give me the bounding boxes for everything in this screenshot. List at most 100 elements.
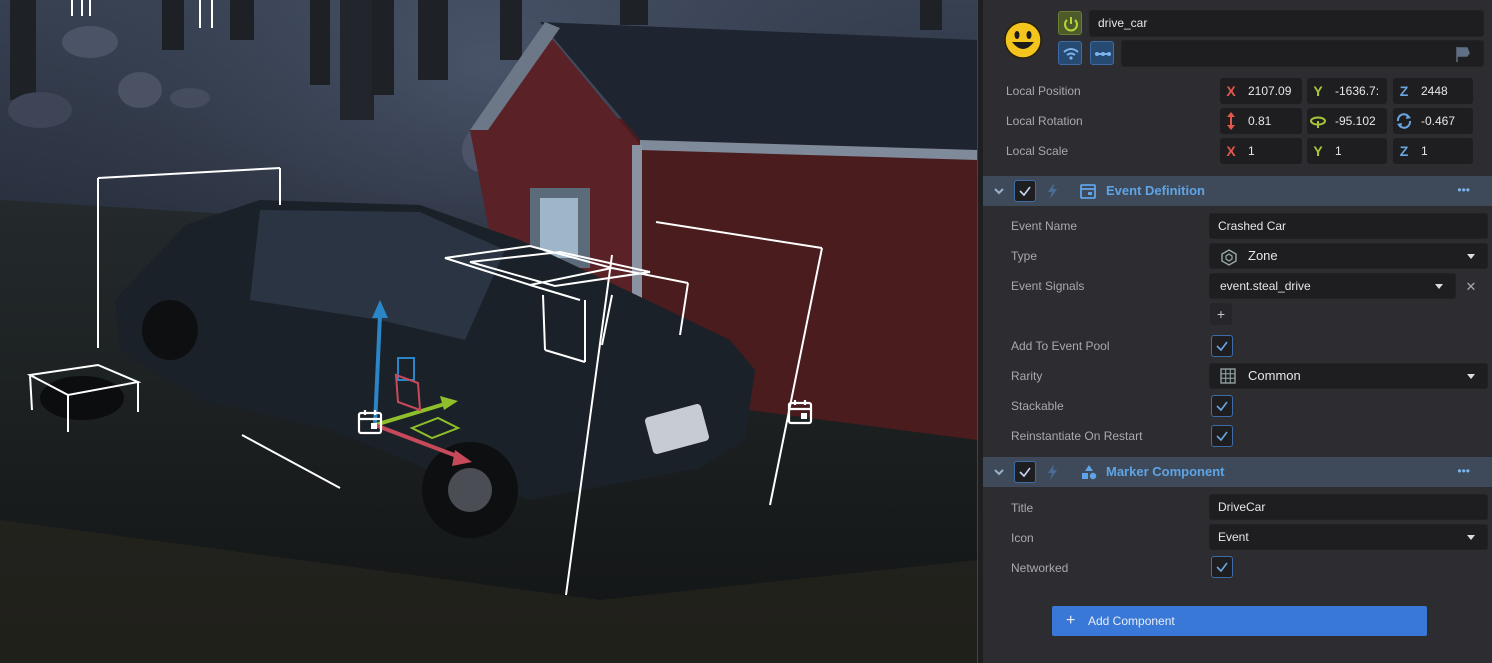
rock bbox=[118, 72, 162, 108]
event-name-field[interactable]: Crashed Car bbox=[1209, 213, 1488, 239]
tree-trunk bbox=[10, 0, 36, 100]
position-x-field[interactable]: X 2107.09 bbox=[1220, 78, 1302, 104]
rock bbox=[8, 92, 72, 128]
add-signal-button[interactable]: + bbox=[1210, 303, 1232, 325]
local-position-label: Local Position bbox=[1006, 84, 1081, 98]
marker-component-header[interactable]: Marker Component ••• bbox=[983, 457, 1492, 487]
event-signals-label: Event Signals bbox=[1011, 279, 1085, 293]
scale-y-field[interactable]: Y 1 bbox=[1307, 138, 1387, 164]
dropdown-arrow-icon bbox=[1467, 254, 1475, 259]
rotation-roll-value: -0.467 bbox=[1421, 114, 1456, 128]
rotate-icon bbox=[1307, 108, 1329, 134]
component-enabled-check[interactable] bbox=[1014, 461, 1036, 483]
more-options-icon[interactable]: ••• bbox=[1457, 464, 1470, 478]
add-component-button[interactable]: + Add Component bbox=[1052, 606, 1427, 636]
scale-x-value: 1 bbox=[1248, 144, 1255, 158]
networked-check[interactable] bbox=[1211, 556, 1233, 578]
rock bbox=[62, 26, 118, 58]
local-rotation-label: Local Rotation bbox=[1006, 114, 1083, 128]
add-component-label: Add Component bbox=[1088, 614, 1175, 628]
event-signal-dropdown[interactable]: event.steal_drive bbox=[1209, 273, 1456, 299]
rotation-roll-field[interactable]: -0.467 bbox=[1393, 108, 1473, 134]
dropdown-arrow-icon bbox=[1435, 284, 1443, 289]
type-label: Type bbox=[1011, 249, 1038, 263]
scale-z-value: 1 bbox=[1421, 144, 1428, 158]
rotation-yaw-field[interactable]: -95.102 bbox=[1307, 108, 1387, 134]
tree-trunk bbox=[372, 0, 394, 95]
add-to-event-pool-check[interactable] bbox=[1211, 335, 1233, 357]
chevron-down-icon[interactable] bbox=[993, 185, 1005, 200]
dots-icon[interactable] bbox=[1090, 41, 1114, 65]
scene-render bbox=[0, 0, 977, 663]
reinstantiate-check[interactable] bbox=[1211, 425, 1233, 447]
rotation-pitch-field[interactable]: 0.81 bbox=[1220, 108, 1302, 134]
dropdown-arrow-icon bbox=[1467, 374, 1475, 379]
reinstantiate-label: Reinstantiate On Restart bbox=[1011, 429, 1143, 443]
position-z-field[interactable]: Z 2448 bbox=[1393, 78, 1473, 104]
dropdown-arrow-icon bbox=[1467, 535, 1475, 540]
rotation-yaw-value: -95.102 bbox=[1335, 114, 1376, 128]
position-y-field[interactable]: Y -1636.7: bbox=[1307, 78, 1387, 104]
tree-trunk bbox=[340, 0, 374, 120]
plus-icon: + bbox=[1066, 612, 1076, 629]
axis-x-label: X bbox=[1226, 83, 1236, 99]
scale-z-field[interactable]: Z 1 bbox=[1393, 138, 1473, 164]
component-enabled-check[interactable] bbox=[1014, 180, 1036, 202]
axis-y-label: Y bbox=[1313, 143, 1323, 159]
axis-z-label: Z bbox=[1399, 143, 1409, 159]
scale-y-value: 1 bbox=[1335, 144, 1342, 158]
calendar-icon bbox=[1080, 183, 1096, 202]
rarity-value: Common bbox=[1248, 368, 1301, 383]
event-name-label: Event Name bbox=[1011, 219, 1078, 233]
networked-label: Networked bbox=[1011, 561, 1069, 575]
event-definition-header[interactable]: Event Definition ••• bbox=[983, 176, 1492, 206]
marker-icon-dropdown[interactable]: Event bbox=[1209, 524, 1488, 550]
marker-icon-value: Event bbox=[1218, 530, 1249, 544]
power-icon[interactable] bbox=[1058, 11, 1082, 35]
scale-x-field[interactable]: X 1 bbox=[1220, 138, 1302, 164]
entity-tag-field[interactable] bbox=[1121, 40, 1484, 67]
marker-icon-label: Icon bbox=[1011, 531, 1034, 545]
tree-trunk bbox=[620, 0, 648, 25]
axis-z-label: Z bbox=[1399, 83, 1409, 99]
wifi-icon[interactable] bbox=[1058, 41, 1082, 65]
marker-title-label: Title bbox=[1011, 501, 1034, 515]
lightning-icon[interactable] bbox=[1043, 463, 1063, 481]
zone-icon bbox=[1220, 248, 1238, 268]
more-options-icon[interactable]: ••• bbox=[1457, 183, 1470, 197]
event-signal-value: event.steal_drive bbox=[1220, 279, 1311, 293]
event-definition-title: Event Definition bbox=[1106, 183, 1205, 198]
smiley-face-icon[interactable] bbox=[1003, 20, 1043, 60]
car-wheel bbox=[142, 300, 198, 360]
scene-viewport[interactable] bbox=[0, 0, 977, 663]
marker-icon bbox=[1080, 464, 1098, 483]
marker-component-title: Marker Component bbox=[1106, 464, 1225, 479]
stackable-label: Stackable bbox=[1011, 399, 1064, 413]
scale-arrows-icon bbox=[1220, 108, 1242, 134]
tree-trunk bbox=[920, 0, 942, 30]
type-value: Zone bbox=[1248, 248, 1278, 263]
rarity-label: Rarity bbox=[1011, 369, 1043, 383]
position-y-value: -1636.7: bbox=[1335, 84, 1380, 98]
lightning-icon[interactable] bbox=[1043, 182, 1063, 200]
tree-trunk bbox=[162, 0, 184, 50]
inspector-panel: drive_car Local Position X 2107.09 Y -16… bbox=[983, 0, 1492, 663]
flag-icon[interactable] bbox=[1453, 44, 1473, 64]
axis-y-label: Y bbox=[1313, 83, 1323, 99]
tree-trunk bbox=[230, 0, 254, 40]
type-dropdown[interactable]: Zone bbox=[1209, 243, 1488, 269]
tree-trunk bbox=[310, 0, 330, 85]
chevron-down-icon[interactable] bbox=[993, 466, 1005, 481]
tree-trunk bbox=[500, 0, 522, 60]
refresh-icon bbox=[1393, 108, 1415, 134]
position-z-value: 2448 bbox=[1421, 84, 1448, 98]
entity-name-field[interactable]: drive_car bbox=[1089, 10, 1484, 37]
stackable-check[interactable] bbox=[1211, 395, 1233, 417]
rotation-pitch-value: 0.81 bbox=[1248, 114, 1272, 128]
rock bbox=[170, 88, 210, 108]
rarity-dropdown[interactable]: Common bbox=[1209, 363, 1488, 389]
local-scale-label: Local Scale bbox=[1006, 144, 1069, 158]
close-icon[interactable]: ✕ bbox=[1460, 276, 1482, 298]
tree-trunk bbox=[418, 0, 448, 80]
marker-title-field[interactable]: DriveCar bbox=[1209, 494, 1488, 520]
